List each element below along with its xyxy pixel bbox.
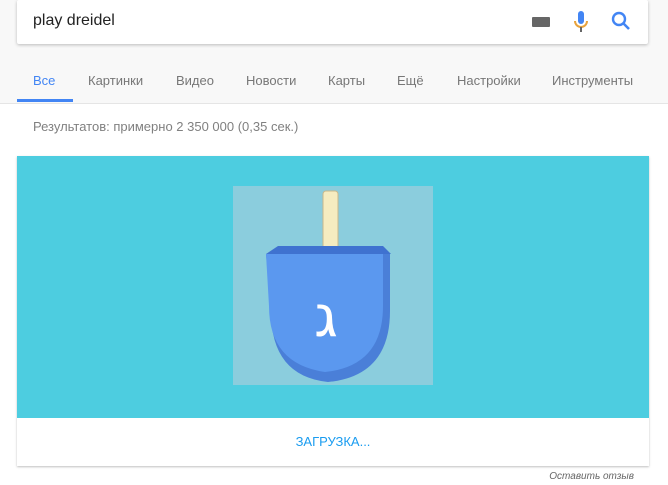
loading-label[interactable]: ЗАГРУЗКА... [17,434,649,449]
keyboard-icon[interactable] [532,17,550,27]
search-box[interactable]: play dreidel [17,0,648,44]
tab-all[interactable]: Все [33,73,55,88]
tab-video[interactable]: Видео [176,73,214,88]
tab-news[interactable]: Новости [246,73,296,88]
results-stats: Результатов: примерно 2 350 000 (0,35 се… [33,119,299,134]
search-icon[interactable] [611,11,631,31]
microphone-icon[interactable] [574,11,588,33]
feedback-link[interactable]: Оставить отзыв [549,471,634,482]
tab-more[interactable]: Ещё [397,73,424,88]
dreidel-letter: ג [314,282,338,350]
active-tab-indicator [17,99,73,102]
tab-tools[interactable]: Инструменты [552,73,633,88]
dreidel-game-card: ג ЗАГРУЗКА... [17,156,649,466]
tab-maps[interactable]: Карты [328,73,365,88]
search-input[interactable]: play dreidel [33,12,115,30]
dreidel-image[interactable]: ג [233,186,433,385]
header: play dreidel Все Картинки Видео Новости … [0,0,668,104]
tab-images[interactable]: Картинки [88,73,143,88]
game-area[interactable]: ג [17,156,649,418]
tab-settings[interactable]: Настройки [457,73,521,88]
